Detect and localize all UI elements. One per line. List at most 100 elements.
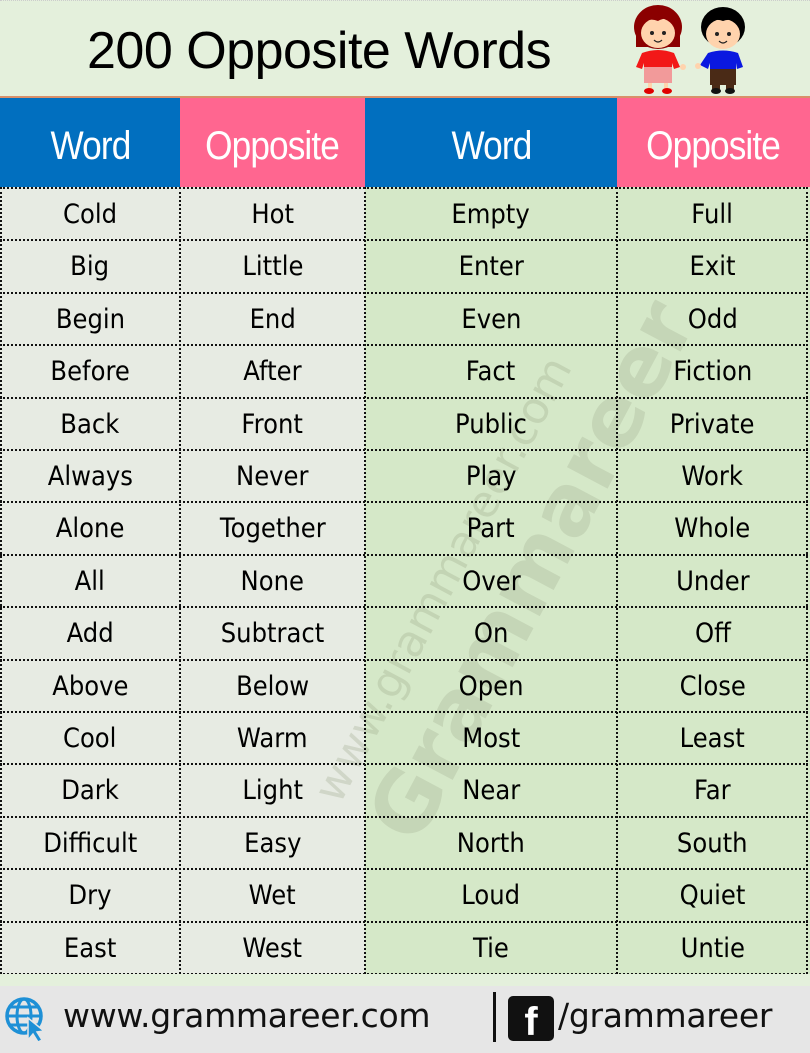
word-cell: Dry	[0, 870, 180, 920]
opposite-cell: Close	[617, 661, 808, 711]
opposite-cell-text: Little	[241, 251, 304, 283]
table-row: Above Below Open Close	[0, 658, 808, 711]
word-cell: Cold	[0, 189, 180, 239]
word-cell: Tie	[365, 923, 617, 973]
opposite-cell-text: Full	[691, 199, 734, 230]
table-row: East West Tie Untie	[0, 920, 808, 975]
table-row: Begin End Even Odd	[0, 291, 808, 344]
table-row: Cold Hot Empty Full	[0, 187, 808, 239]
opposite-cell-text: Never	[236, 461, 309, 492]
opposite-cell-text: Front	[241, 408, 304, 440]
word-cell-text: Tie	[473, 932, 509, 964]
opposite-cell: Exit	[617, 241, 808, 291]
word-cell-text: Back	[60, 408, 120, 440]
title-bar: 200 Opposite Words	[0, 0, 810, 96]
opposite-cell-text: Together	[219, 513, 326, 545]
girl-figure	[634, 5, 686, 94]
word-cell: Fact	[365, 346, 617, 396]
opposite-cell-text: Far	[694, 775, 731, 807]
opposite-cell-text: South	[677, 827, 748, 859]
opposite-cell: Hot	[180, 189, 365, 239]
word-cell-text: Most	[461, 723, 521, 754]
word-cell-text: Over	[461, 565, 521, 597]
bottom-strip	[0, 974, 810, 986]
opposite-cell-text: Hot	[251, 199, 294, 230]
opposite-cell: Front	[180, 399, 365, 449]
opposite-cell-text: Work	[681, 461, 744, 492]
column-divider	[179, 187, 181, 974]
word-cell: North	[365, 818, 617, 868]
table-row: Add Subtract On Off	[0, 606, 808, 658]
word-cell-text: Even	[460, 303, 522, 335]
table-row: Back Front Public Private	[0, 396, 808, 449]
word-cell-text: Big	[70, 251, 110, 283]
word-cell: Begin	[0, 294, 180, 344]
opposite-cell: Together	[180, 503, 365, 553]
word-cell: Play	[365, 451, 617, 501]
word-cell-text: Before	[50, 356, 130, 388]
word-cell: Even	[365, 294, 617, 344]
word-cell-text: Dark	[61, 775, 119, 807]
word-cell: Cool	[0, 713, 180, 763]
opposite-cell: Off	[617, 608, 808, 658]
word-cell-text: North	[457, 827, 525, 859]
header-word-2: Word	[365, 98, 617, 187]
facebook-icon[interactable]: f	[508, 996, 554, 1041]
table-row: Dry Wet Loud Quiet	[0, 868, 808, 920]
opposite-cell: Never	[180, 451, 365, 501]
table-header: Word Opposite Word Opposite	[0, 98, 810, 187]
word-cell-text: Difficult	[42, 827, 137, 859]
word-cell: All	[0, 556, 180, 606]
word-cell: Above	[0, 661, 180, 711]
opposite-cell: Quiet	[617, 870, 808, 920]
opposite-cell: Warm	[180, 713, 365, 763]
word-cell: East	[0, 923, 180, 973]
word-cell: On	[365, 608, 617, 658]
opposite-cell: West	[180, 923, 365, 973]
opposite-cell: Subtract	[180, 608, 365, 658]
word-cell-text: Begin	[55, 303, 125, 335]
footer-separator	[493, 992, 496, 1042]
globe-cursor-icon[interactable]	[4, 996, 50, 1042]
opposite-cell: Least	[617, 713, 808, 763]
kids-illustration-icon	[634, 5, 745, 94]
table-row: Alone Together Part Whole	[0, 501, 808, 553]
opposite-cell: South	[617, 818, 808, 868]
table-row: Dark Light Near Far	[0, 763, 808, 815]
opposite-cell-text: Private	[670, 408, 755, 440]
column-divider	[616, 187, 618, 974]
opposite-cell-text: Fiction	[673, 356, 752, 388]
opposite-cell: Under	[617, 556, 808, 606]
opposite-cell-text: Close	[679, 670, 746, 702]
opposite-cell-text: Easy	[243, 827, 302, 859]
word-cell-text: Add	[66, 618, 114, 650]
opposite-cell: Work	[617, 451, 808, 501]
opposite-cell-text: Off	[694, 618, 731, 650]
word-cell: Always	[0, 451, 180, 501]
page-title: 200 Opposite Words	[87, 22, 552, 80]
opposite-cell-text: After	[243, 356, 302, 388]
opposite-cell-text: Odd	[687, 303, 738, 335]
opposite-cell-text: None	[240, 565, 305, 597]
word-cell-text: Always	[47, 461, 133, 492]
word-cell: Back	[0, 399, 180, 449]
word-cell-text: Play	[465, 461, 517, 492]
word-cell: Alone	[0, 503, 180, 553]
header-opposite-2: Opposite	[617, 98, 810, 187]
facebook-handle-link[interactable]: /grammareer	[558, 996, 772, 1035]
opposites-table: www.grammareer.com Grammareer Cold Hot Emp…	[0, 187, 810, 975]
word-cell: Add	[0, 608, 180, 658]
opposite-cell: Far	[617, 765, 808, 815]
opposite-cell-text: Below	[235, 670, 310, 702]
website-link[interactable]: www.grammareer.com	[63, 996, 431, 1035]
opposite-cell: After	[180, 346, 365, 396]
opposite-cell-text: Exit	[689, 251, 736, 283]
word-cell-text: Cold	[62, 199, 117, 230]
header-word-1: Word	[0, 98, 180, 187]
word-cell-text: Above	[51, 670, 129, 702]
table-row: Always Never Play Work	[0, 449, 808, 501]
column-divider	[0, 187, 2, 974]
boy-figure	[695, 7, 745, 94]
word-cell-text: East	[63, 932, 117, 964]
word-cell-text: Empty	[451, 199, 531, 230]
